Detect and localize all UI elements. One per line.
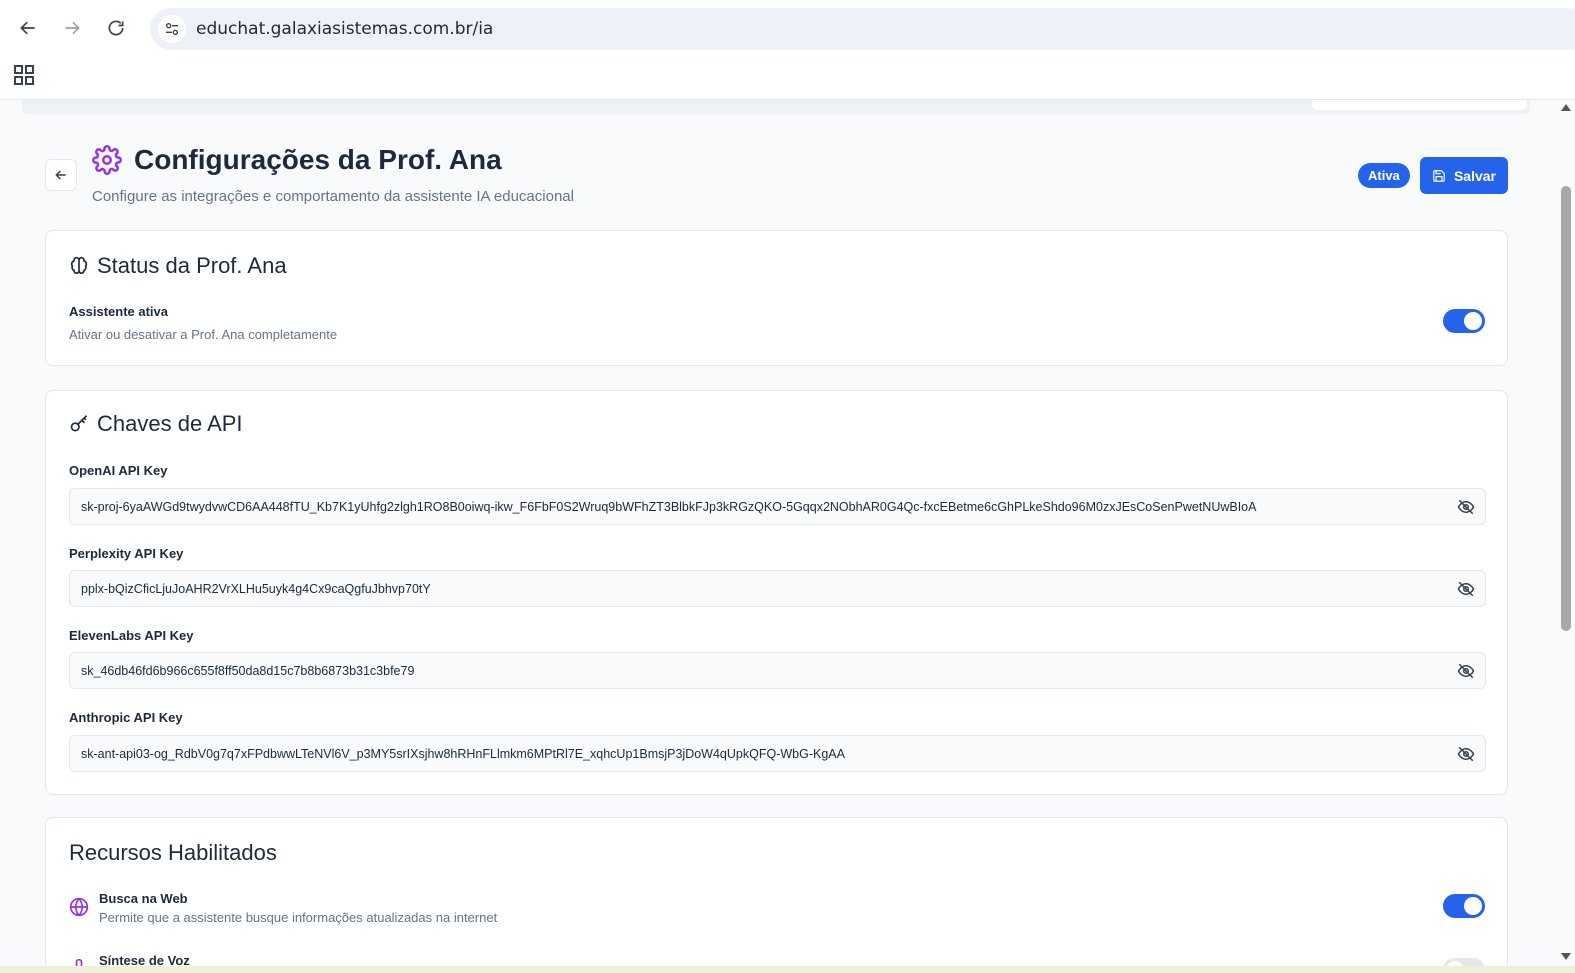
anthropic-key-value: sk-ant-api03-og_RdbV0g7q7xFPdbwwLTeNVl6V… (81, 746, 845, 761)
assistant-active-desc: Ativar ou desativar a Prof. Ana completa… (69, 327, 338, 342)
settings-gear-icon (92, 145, 122, 175)
features-card-title: Recursos Habilitados (69, 840, 277, 866)
page-title: Configurações da Prof. Ana (134, 144, 502, 175)
back-button[interactable] (45, 159, 77, 191)
openai-key-label: OpenAI API Key (69, 463, 168, 478)
status-card: Status da Prof. Ana Assistente ativa Ati… (45, 230, 1508, 366)
perplexity-key-input[interactable]: pplx-bQizCficLjuJoAHR2VrXLHu5uyk4g4Cx9ca… (69, 570, 1486, 607)
perplexity-key-value: pplx-bQizCficLjuJoAHR2VrXLHu5uyk4g4Cx9ca… (81, 581, 431, 596)
apps-grid-icon[interactable] (12, 63, 36, 87)
eye-off-icon[interactable] (1457, 580, 1475, 598)
browser-chrome: educhat.galaxiasistemas.com.br/ia (0, 0, 1575, 100)
elevenlabs-key-label: ElevenLabs API Key (69, 628, 194, 643)
arrow-left-icon (55, 170, 66, 180)
site-settings-icon[interactable] (158, 15, 186, 43)
anthropic-key-label: Anthropic API Key (69, 710, 183, 725)
save-button-label: Salvar (1453, 167, 1497, 184)
address-bar[interactable]: educhat.galaxiasistemas.com.br/ia (150, 8, 1575, 50)
openai-key-input[interactable]: sk-proj-6yaAWGd9twydvwCD6AA448fTU_Kb7K1y… (69, 488, 1486, 525)
save-icon (1433, 169, 1445, 182)
scroll-down-icon[interactable] (1561, 953, 1571, 960)
api-keys-card-title: Chaves de API (69, 411, 243, 437)
scroll-thumb[interactable] (1561, 186, 1571, 631)
eye-off-icon[interactable] (1457, 662, 1475, 680)
assistant-active-toggle[interactable] (1443, 309, 1485, 333)
page-title-row: Configurações da Prof. Ana (92, 144, 502, 176)
url-text: educhat.galaxiasistemas.com.br/ia (196, 19, 494, 39)
forward-arrow-icon[interactable] (56, 12, 88, 44)
reload-icon[interactable] (100, 12, 132, 44)
back-arrow-icon[interactable] (12, 12, 44, 44)
web-search-desc: Permite que a assistente busque informaç… (99, 910, 498, 925)
status-card-title-text: Status da Prof. Ana (97, 253, 287, 278)
status-badge: Ativa (1358, 163, 1410, 188)
perplexity-key-label: Perplexity API Key (69, 546, 184, 561)
openai-key-value: sk-proj-6yaAWGd9twydvwCD6AA448fTU_Kb7K1y… (81, 499, 1257, 514)
key-icon (70, 415, 88, 432)
status-card-title: Status da Prof. Ana (69, 253, 287, 279)
top-nav-remnant-box (1312, 100, 1527, 110)
api-keys-card: Chaves de API OpenAI API Key sk-proj-6ya… (45, 390, 1508, 795)
eye-off-icon[interactable] (1457, 498, 1475, 516)
web-search-toggle[interactable] (1443, 894, 1485, 918)
elevenlabs-key-input[interactable]: sk_46db46fd6b966c655f8ff50da8d15c7b8b687… (69, 652, 1486, 689)
globe-icon (69, 897, 89, 917)
brain-icon (70, 256, 88, 275)
features-card-title-text: Recursos Habilitados (69, 840, 277, 865)
elevenlabs-key-value: sk_46db46fd6b966c655f8ff50da8d15c7b8b687… (81, 663, 415, 678)
api-keys-card-title-text: Chaves de API (97, 411, 243, 436)
eye-off-icon[interactable] (1457, 745, 1475, 763)
save-button[interactable]: Salvar (1420, 157, 1508, 194)
scroll-up-icon[interactable] (1561, 104, 1571, 111)
features-card: Recursos Habilitados Busca na Web Permit… (45, 817, 1508, 973)
web-search-label: Busca na Web (99, 891, 188, 906)
bottom-edge (0, 966, 1575, 973)
assistant-active-label: Assistente ativa (69, 304, 168, 319)
anthropic-key-input[interactable]: sk-ant-api03-og_RdbV0g7q7xFPdbwwLTeNVl6V… (69, 735, 1486, 772)
top-nav-remnant (22, 100, 1530, 114)
page-subtitle: Configure as integrações e comportamento… (92, 188, 574, 205)
